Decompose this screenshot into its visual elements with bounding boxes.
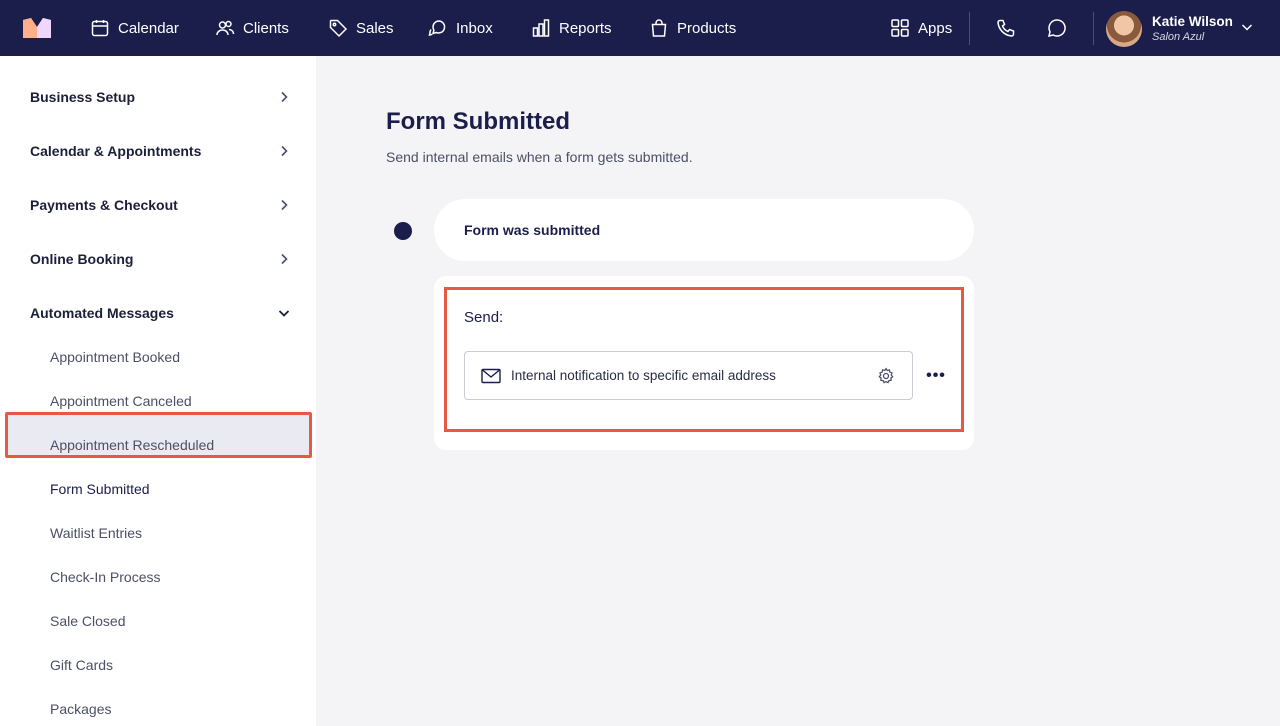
nav-reports[interactable]: Reports bbox=[531, 0, 612, 56]
chevron-down-icon bbox=[278, 310, 290, 317]
chevron-right-icon bbox=[281, 253, 288, 265]
trigger-card: Form was submitted bbox=[434, 199, 974, 261]
phone-button[interactable] bbox=[994, 16, 1018, 40]
sidebar-item-appointment-booked[interactable]: Appointment Booked bbox=[50, 347, 180, 367]
chevron-right-icon bbox=[281, 199, 288, 211]
nav-apps[interactable]: Apps bbox=[890, 0, 952, 56]
bar-chart-icon bbox=[532, 19, 550, 37]
sidebar-section-business-setup[interactable]: Business Setup bbox=[30, 85, 290, 109]
nav-divider bbox=[969, 12, 970, 45]
shopping-bag-icon bbox=[651, 19, 667, 37]
nav-calendar-label: Calendar bbox=[118, 19, 179, 37]
send-label: Send: bbox=[464, 309, 504, 326]
chat-bubbles-icon bbox=[428, 20, 446, 37]
sidebar-section-label: Online Booking bbox=[30, 251, 134, 267]
gear-icon[interactable] bbox=[877, 367, 895, 385]
nav-products-label: Products bbox=[677, 19, 737, 37]
nav-sales[interactable]: Sales bbox=[328, 0, 394, 56]
nav-apps-label: Apps bbox=[918, 19, 953, 37]
sidebar-section-automated-messages[interactable]: Automated Messages bbox=[30, 301, 290, 325]
avatar bbox=[1106, 11, 1142, 47]
sidebar-section-label: Business Setup bbox=[30, 89, 136, 105]
phone-icon bbox=[997, 19, 1015, 37]
sidebar-item-sale-closed[interactable]: Sale Closed bbox=[50, 611, 126, 631]
sidebar-section-label: Automated Messages bbox=[30, 305, 174, 321]
top-navigation-bar: Calendar Clients Sales Inbox Reports Pro… bbox=[0, 0, 1280, 56]
trigger-label: Form was submitted bbox=[464, 222, 601, 238]
users-icon bbox=[216, 20, 235, 36]
messages-button[interactable] bbox=[1045, 16, 1069, 40]
more-options-button[interactable]: ••• bbox=[925, 366, 947, 386]
chat-bubble-icon bbox=[1047, 19, 1066, 38]
sidebar-item-form-submitted[interactable]: Form Submitted bbox=[50, 479, 150, 499]
sidebar-item-packages[interactable]: Packages bbox=[50, 699, 111, 719]
chevron-right-icon bbox=[281, 145, 288, 157]
user-name: Katie Wilson bbox=[1152, 14, 1233, 29]
nav-products[interactable]: Products bbox=[649, 0, 736, 56]
envelope-icon bbox=[481, 368, 501, 383]
sidebar-item-waitlist-entries[interactable]: Waitlist Entries bbox=[50, 523, 142, 543]
chevron-down-icon[interactable] bbox=[1240, 20, 1254, 34]
nav-clients-label: Clients bbox=[243, 19, 289, 37]
nav-calendar[interactable]: Calendar bbox=[90, 0, 179, 56]
user-info: Katie Wilson Salon Azul bbox=[1152, 14, 1233, 44]
user-business: Salon Azul bbox=[1152, 31, 1205, 43]
user-menu[interactable]: Katie Wilson Salon Azul bbox=[1106, 11, 1233, 47]
sidebar-section-calendar-appointments[interactable]: Calendar & Appointments bbox=[30, 139, 290, 163]
nav-reports-label: Reports bbox=[559, 19, 612, 37]
tag-icon bbox=[329, 19, 348, 38]
page-title: Form Submitted bbox=[386, 108, 570, 135]
nav-clients[interactable]: Clients bbox=[215, 0, 289, 56]
sidebar-section-payments-checkout[interactable]: Payments & Checkout bbox=[30, 193, 290, 217]
sidebar-section-online-booking[interactable]: Online Booking bbox=[30, 247, 290, 271]
brand-logo-icon[interactable] bbox=[22, 17, 52, 39]
nav-inbox-label: Inbox bbox=[456, 19, 493, 37]
sidebar-item-check-in-process[interactable]: Check-In Process bbox=[50, 567, 160, 587]
email-action-label: Internal notification to specific email … bbox=[511, 368, 776, 383]
calendar-icon bbox=[91, 20, 109, 37]
nav-sales-label: Sales bbox=[356, 19, 394, 37]
page-description: Send internal emails when a form gets su… bbox=[386, 149, 693, 165]
email-action-item[interactable]: Internal notification to specific email … bbox=[464, 351, 913, 400]
sidebar-item-appointment-canceled[interactable]: Appointment Canceled bbox=[50, 391, 192, 411]
timeline-dot bbox=[394, 222, 412, 240]
sidebar-section-label: Calendar & Appointments bbox=[30, 143, 202, 159]
nav-divider bbox=[1093, 12, 1094, 45]
sidebar-item-gift-cards[interactable]: Gift Cards bbox=[50, 655, 113, 675]
nav-inbox[interactable]: Inbox bbox=[428, 0, 493, 56]
sidebar-item-appointment-rescheduled[interactable]: Appointment Rescheduled bbox=[50, 435, 214, 455]
apps-grid-icon bbox=[891, 19, 909, 37]
sidebar-section-label: Payments & Checkout bbox=[30, 197, 178, 213]
chevron-right-icon bbox=[281, 91, 288, 103]
